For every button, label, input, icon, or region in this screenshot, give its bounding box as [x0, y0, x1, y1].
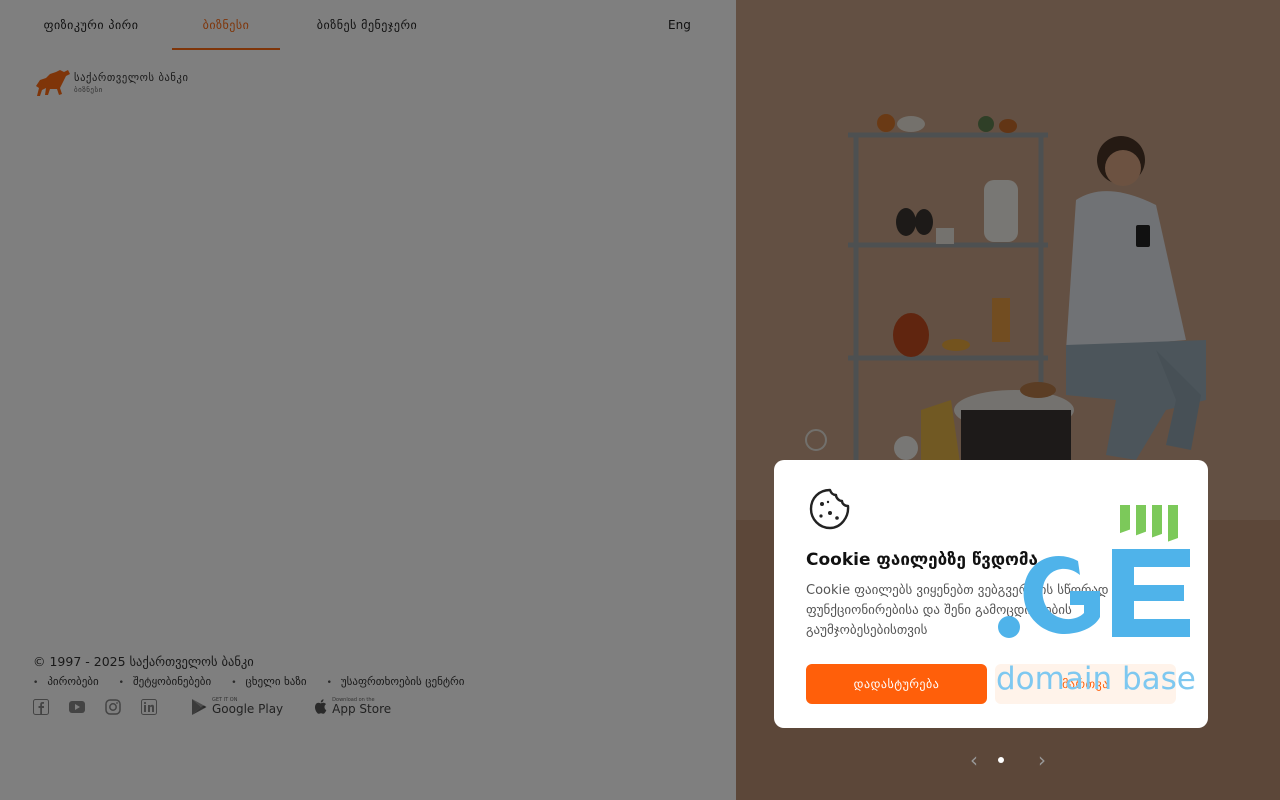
footer-links: პირობები შეტყობინებები ცხელი ხაზი უსაფრთ… [33, 675, 633, 688]
bank-subtitle: ბიზნესი [74, 86, 103, 94]
language-switch[interactable]: Eng [668, 0, 691, 50]
store-name: Google Play [212, 702, 284, 716]
footer-link-hotline[interactable]: ცხელი ხაზი [231, 675, 307, 688]
footer-link-terms[interactable]: პირობები [33, 675, 98, 688]
linkedin-icon[interactable] [141, 698, 157, 715]
carousel-prev-button[interactable]: ‹ [962, 748, 986, 772]
cookie-consent-dialog: Cookie ფაილებზე წვდომა Cookie ფაილებს ვი… [774, 460, 1208, 728]
footer: © 1997 - 2025 საქართველოს ბანკი პირობები… [33, 654, 633, 716]
bank-name: საქართველოს ბანკი [74, 72, 189, 84]
cookie-dialog-body: Cookie ფაილებს ვიყენებთ ვებგვერდის სწორა… [806, 583, 1109, 638]
youtube-icon[interactable] [69, 699, 85, 715]
login-page: ფიზიკური პირი ბიზნესი ბიზნეს მენეჯერი En… [0, 0, 736, 800]
facebook-icon[interactable] [33, 698, 49, 715]
carousel-next-button[interactable]: › [1030, 748, 1054, 772]
accept-cookies-button[interactable]: დადასტურება [806, 664, 987, 704]
footer-link-notices[interactable]: შეტყობინებები [119, 675, 211, 688]
google-play-icon [192, 698, 207, 715]
bank-logo[interactable]: საქართველოს ბანკი ბიზნესი [34, 68, 234, 100]
store-name: App Store [332, 702, 392, 716]
instagram-icon[interactable] [105, 698, 121, 715]
cookie-icon [809, 488, 850, 530]
cookie-dialog-title: Cookie ფაილებზე წვდომა [806, 550, 1038, 570]
copyright: © 1997 - 2025 საქართველოს ბანკი [33, 654, 254, 669]
manage-cookies-button[interactable]: მართვა [995, 664, 1176, 704]
carousel-dot[interactable] [998, 757, 1004, 763]
apple-icon [315, 699, 327, 714]
tab-individual[interactable]: ფიზიკური პირი [32, 0, 150, 50]
social-links: GET IT ON Google Play Download on the Ap… [33, 697, 633, 716]
tab-business-manager[interactable]: ბიზნეს მენეჯერი [302, 0, 432, 50]
footer-link-security[interactable]: უსაფრთხოების ცენტრი [327, 675, 465, 688]
app-store-badge[interactable]: Download on the App Store [313, 697, 391, 716]
google-play-badge[interactable]: GET IT ON Google Play [191, 697, 283, 716]
tab-business[interactable]: ბიზნესი [172, 0, 280, 50]
horse-logo-icon [36, 70, 70, 96]
top-navigation: ფიზიკური პირი ბიზნესი ბიზნეს მენეჯერი En… [0, 0, 736, 50]
